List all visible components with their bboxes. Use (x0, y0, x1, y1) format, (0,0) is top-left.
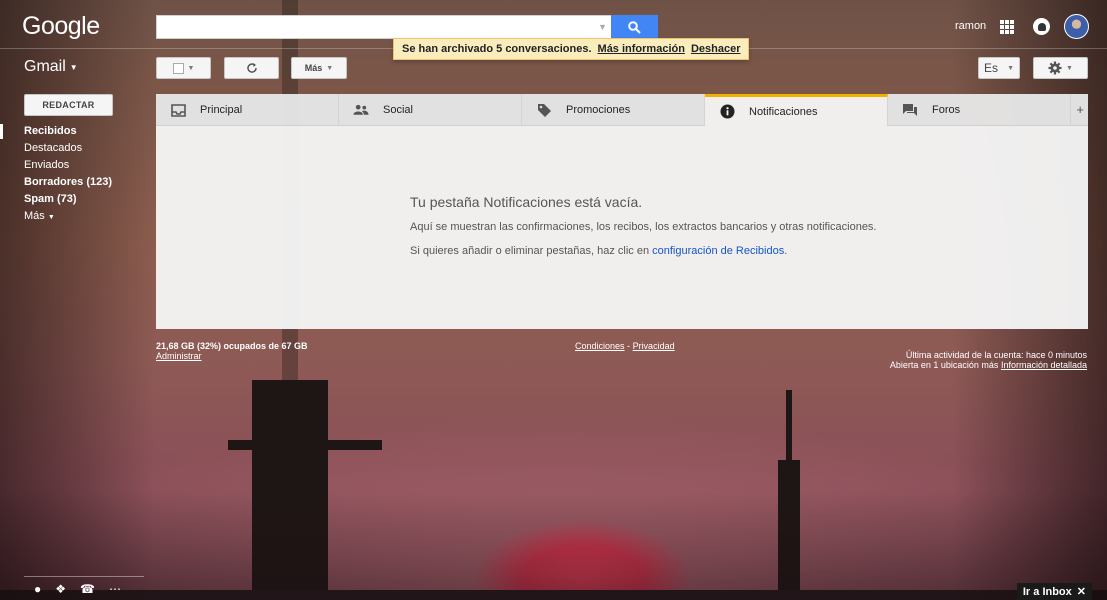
more-options-icon[interactable]: ⋯ (109, 582, 121, 596)
more-info-link[interactable]: Más información (598, 43, 685, 55)
sidebar-item-sent[interactable]: Enviados (0, 157, 150, 174)
tab-label: Principal (200, 104, 243, 116)
search-input[interactable]: ▼ (156, 15, 612, 39)
sidebar-item-drafts[interactable]: Borradores (123) (0, 174, 150, 191)
tab-promociones[interactable]: Promociones (522, 94, 705, 126)
sidebar-item-more[interactable]: Más ▼ (0, 208, 150, 225)
toast-message: Se han archivado 5 conversaciones. (402, 43, 592, 55)
sidebar-nav: Recibidos Destacados Enviados Borradores… (0, 123, 150, 225)
select-checkbox-button[interactable]: ▼ (156, 57, 211, 79)
phone-icon[interactable]: ☎ (80, 582, 95, 596)
undo-link[interactable]: Deshacer (691, 43, 741, 55)
chevron-down-icon: ▼ (69, 62, 78, 72)
people-icon (353, 102, 369, 118)
apps-grid-icon[interactable] (1000, 20, 1014, 34)
close-icon[interactable]: ✕ (1077, 585, 1086, 598)
gmail-menu[interactable]: Gmail ▼ (24, 58, 78, 76)
settings-button[interactable]: ▼ (1033, 57, 1088, 79)
forum-icon (902, 102, 918, 118)
chevron-down-icon: ▼ (1007, 64, 1014, 72)
chevron-down-icon: ▼ (1066, 64, 1073, 72)
contacts-person-icon[interactable]: ● (34, 582, 41, 596)
compose-button[interactable]: REDACTAR (24, 94, 113, 116)
tab-foros[interactable]: Foros (888, 94, 1071, 126)
search-options-caret-icon[interactable]: ▼ (598, 22, 607, 32)
empty-state-hint: Si quieres añadir o eliminar pestañas, h… (410, 245, 787, 257)
inbox-settings-link[interactable]: configuración de Recibidos (652, 245, 784, 257)
more-actions-button[interactable]: Más ▼ (291, 57, 347, 79)
chevron-down-icon: ▼ (187, 64, 195, 72)
avatar[interactable] (1064, 14, 1089, 39)
empty-state-description: Aquí se muestran las confirmaciones, los… (410, 221, 877, 233)
tag-icon (536, 102, 552, 118)
empty-state-title: Tu pestaña Notificaciones está vacía. (410, 194, 643, 210)
category-tabs: Principal Social Promociones Notificacio… (156, 94, 1088, 126)
empty-state-hint-text: Si quieres añadir o eliminar pestañas, h… (410, 245, 650, 257)
tab-notificaciones[interactable]: Notificaciones (705, 94, 888, 126)
search-button[interactable] (611, 15, 658, 39)
tab-label: Foros (932, 104, 961, 116)
storage-info: 21,68 GB (32%) ocupados de 67 GB Adminis… (156, 341, 308, 361)
main-panel: Principal Social Promociones Notificacio… (156, 94, 1088, 329)
legal-separator: - (627, 341, 631, 351)
hangouts-bar: ● ❖ ☎ ⋯ (24, 576, 144, 600)
hangouts-icon[interactable]: ❖ (55, 582, 66, 596)
go-to-inbox-button[interactable]: Ir a Inbox ✕ (1016, 583, 1092, 600)
more-actions-label: Más (304, 63, 323, 73)
checkbox-icon (172, 62, 184, 74)
tab-social[interactable]: Social (339, 94, 522, 126)
archive-notification-toast: Se han archivado 5 conversaciones. Más i… (393, 38, 750, 60)
tab-label: Promociones (566, 104, 631, 116)
background-ground (0, 590, 1107, 600)
activity-details-link[interactable]: Información detallada (1001, 360, 1087, 370)
terms-link[interactable]: Condiciones (575, 341, 625, 351)
go-to-inbox-label: Ir a Inbox (1022, 585, 1072, 598)
tab-label: Social (383, 104, 413, 116)
account-activity: Última actividad de la cuenta: hace 0 mi… (890, 350, 1087, 370)
privacy-link[interactable]: Privacidad (633, 341, 675, 351)
account-name[interactable]: ramon (955, 20, 986, 32)
search-icon (628, 20, 641, 34)
background-tower-left-arm (228, 440, 382, 450)
chevron-down-icon: ▼ (326, 64, 334, 72)
gear-icon (1048, 61, 1062, 75)
legal-links: Condiciones - Privacidad (575, 341, 675, 351)
open-locations: Abierta en 1 ubicación más (889, 360, 999, 370)
chevron-down-icon: ▼ (47, 214, 55, 221)
storage-usage: 21,68 GB (32%) ocupados de 67 GB (156, 341, 308, 351)
manage-storage-link[interactable]: Administrar (156, 351, 202, 361)
gmail-label: Gmail (24, 58, 66, 75)
refresh-button[interactable] (224, 57, 279, 79)
sidebar-item-starred[interactable]: Destacados (0, 140, 150, 157)
background-tower-right-body (778, 460, 800, 600)
tab-principal[interactable]: Principal (156, 94, 339, 126)
refresh-icon (246, 63, 257, 73)
sidebar-item-inbox[interactable]: Recibidos (0, 123, 150, 140)
language-label: Es (984, 61, 999, 75)
empty-state-hint-suffix: . (784, 245, 788, 257)
last-activity: Última actividad de la cuenta: hace 0 mi… (905, 350, 1087, 360)
inbox-icon (170, 102, 186, 118)
sidebar-item-spam[interactable]: Spam (73) (0, 191, 150, 208)
google-logo[interactable]: Google (22, 12, 100, 41)
notifications-bell-icon[interactable] (1033, 18, 1050, 35)
language-button[interactable]: Es ▼ (978, 57, 1020, 79)
tab-label: Notificaciones (749, 105, 818, 118)
sidebar-item-more-label: Más (24, 210, 45, 222)
background-tower-left-body (252, 380, 328, 600)
info-icon (719, 104, 735, 120)
add-tab-button[interactable]: + (1071, 94, 1088, 125)
